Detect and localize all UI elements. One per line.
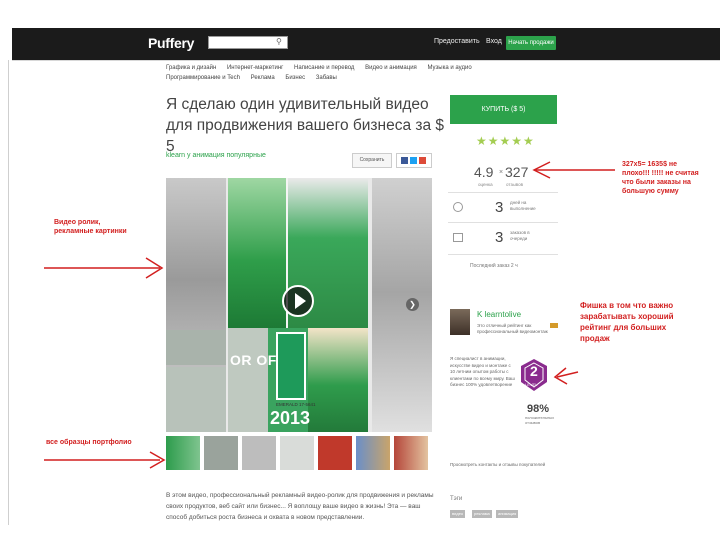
annotation-arrows bbox=[44, 161, 615, 469]
